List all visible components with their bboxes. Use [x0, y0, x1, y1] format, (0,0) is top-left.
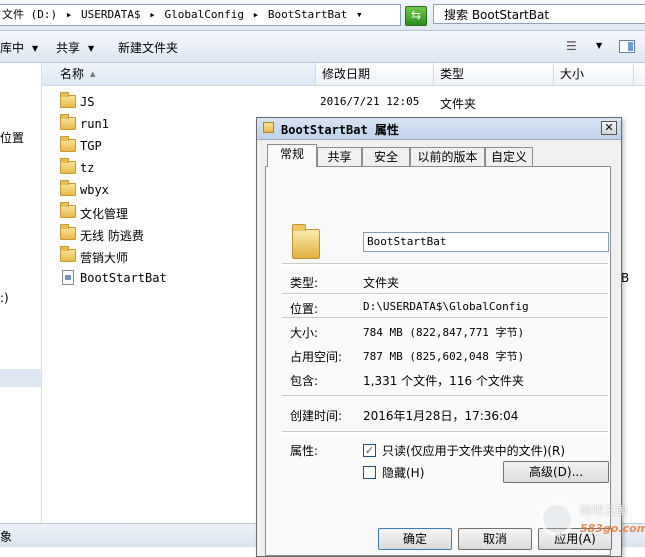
column-header-name[interactable]: 名称 ▲	[42, 63, 316, 85]
created-label: 创建时间:	[290, 409, 343, 423]
folder-icon	[60, 224, 76, 240]
folder-icon	[60, 202, 76, 218]
hidden-checkbox[interactable]	[363, 466, 376, 479]
breadcrumb-globalconfig[interactable]: GlobalConfig	[164, 8, 243, 21]
file-name: wbyx	[80, 183, 109, 197]
breadcrumb-chevron-icon[interactable]: ▸	[253, 8, 260, 21]
breadcrumb-drive[interactable]: 文件 (D:)	[2, 8, 57, 21]
site-watermark: 网吧三国 583go.com	[536, 496, 645, 546]
dialog-title: BootStartBat 属性	[281, 123, 399, 137]
tab-general[interactable]: 常规	[267, 144, 317, 167]
nav-item-drive[interactable]: :)	[0, 291, 9, 305]
tab-customize[interactable]: 自定义	[485, 147, 533, 166]
refresh-icon[interactable]: ⇆	[405, 6, 427, 26]
folder-icon	[60, 136, 76, 152]
type-label: 类型:	[290, 276, 319, 290]
folder-icon	[60, 180, 76, 196]
properties-dialog: BootStartBat 属性 ✕ 常规 共享 安全 以前的版本 自定义 Boo…	[256, 117, 622, 557]
preview-pane-icon[interactable]	[619, 40, 635, 53]
folder-name-field[interactable]: BootStartBat	[363, 232, 609, 252]
size-on-disk-value: 787 MB (825,602,048 字节)	[363, 350, 525, 363]
breadcrumb-chevron-icon[interactable]: ▸	[149, 8, 156, 21]
folder-icon	[60, 246, 76, 262]
nav-item-location[interactable]: 位置	[0, 129, 24, 146]
tab-security[interactable]: 安全	[362, 147, 410, 166]
readonly-checkbox[interactable]: ✓	[363, 444, 376, 457]
close-icon[interactable]: ✕	[601, 121, 617, 135]
watermark-logo-icon	[540, 502, 574, 536]
share-button[interactable]: 共享 ▼	[56, 39, 94, 56]
share-label: 共享	[56, 41, 81, 55]
created-value: 2016年1月28日，17:36:04	[363, 409, 519, 423]
file-name: JS	[80, 95, 95, 109]
size-on-disk-label: 占用空间:	[290, 350, 343, 364]
file-name: 无线 防逃费	[80, 229, 144, 243]
folder-icon	[263, 122, 274, 133]
readonly-label: 只读(仅应用于文件夹中的文件)(R)	[382, 444, 566, 458]
location-value: D:\USERDATA$\GlobalConfig	[363, 300, 529, 313]
tab-previous-versions[interactable]: 以前的版本	[410, 147, 485, 166]
file-name: 文化管理	[80, 207, 129, 221]
divider	[282, 293, 608, 295]
address-bar[interactable]: 文件 (D:) ▸ USERDATA$ ▸ GlobalConfig ▸ Boo…	[0, 4, 401, 26]
watermark-url: 583go.com	[580, 522, 645, 535]
breadcrumb-userdata[interactable]: USERDATA$	[81, 8, 141, 21]
folder-icon	[60, 114, 76, 130]
file-name: tz	[80, 161, 95, 175]
navigation-pane: 位置 :)	[0, 63, 42, 523]
column-name-label: 名称	[60, 67, 85, 81]
folder-icon	[292, 224, 320, 259]
file-type: 文件夹	[440, 97, 477, 111]
file-row[interactable]: JS 2016/7/21 12:05 文件夹	[58, 92, 618, 114]
new-folder-button[interactable]: 新建文件夹	[118, 39, 178, 56]
column-header-size[interactable]: 大小	[554, 63, 634, 85]
search-input[interactable]: 搜索 BootStartBat	[433, 4, 645, 24]
status-text: 象	[0, 530, 13, 544]
file-name: BootStartBat	[80, 271, 167, 285]
chevron-down-icon: ▼	[32, 44, 39, 53]
organize-label: 库中	[0, 41, 25, 55]
divider	[282, 263, 608, 265]
divider	[282, 395, 608, 397]
column-header-row: 名称 ▲ 修改日期 类型 大小	[42, 63, 645, 86]
folder-icon	[60, 92, 76, 108]
contains-value: 1,331 个文件，116 个文件夹	[363, 374, 524, 388]
dialog-titlebar[interactable]: BootStartBat 属性 ✕	[257, 118, 621, 140]
file-size-partial: B	[621, 271, 630, 285]
size-label: 大小:	[290, 326, 319, 340]
watermark-text: 网吧三国	[580, 504, 628, 517]
folder-icon	[60, 158, 76, 174]
file-name: 营销大师	[80, 251, 129, 265]
file-name: TGP	[80, 139, 102, 153]
file-date: 2016/7/21 12:05	[320, 95, 420, 108]
hidden-label: 隐藏(H)	[382, 466, 425, 480]
column-header-date[interactable]: 修改日期	[316, 63, 434, 85]
command-toolbar: 库中 ▼ 共享 ▼ 新建文件夹 ☰ ▼	[0, 31, 645, 63]
cancel-button[interactable]: 取消	[458, 528, 532, 550]
chevron-down-icon[interactable]: ▼	[596, 41, 602, 50]
breadcrumb-chevron-icon[interactable]: ▸	[66, 8, 73, 21]
batch-file-icon	[62, 270, 74, 285]
nav-item-selected[interactable]	[0, 369, 41, 387]
divider	[282, 317, 608, 319]
advanced-button[interactable]: 高级(D)...	[503, 461, 609, 483]
attributes-label: 属性:	[290, 444, 319, 458]
breadcrumb-bootstartbat[interactable]: BootStartBat	[268, 8, 347, 21]
column-header-type[interactable]: 类型	[434, 63, 554, 85]
location-label: 位置:	[290, 302, 319, 316]
breadcrumb-dropdown-icon[interactable]: ▾	[356, 8, 363, 21]
ok-button[interactable]: 确定	[378, 528, 452, 550]
divider	[282, 431, 608, 433]
address-bar-region: 文件 (D:) ▸ USERDATA$ ▸ GlobalConfig ▸ Boo…	[0, 0, 645, 31]
organize-button[interactable]: 库中 ▼	[0, 39, 38, 56]
contains-label: 包含:	[290, 374, 319, 388]
tab-sharing[interactable]: 共享	[317, 147, 362, 166]
type-value: 文件夹	[363, 276, 400, 290]
view-options-icon[interactable]: ☰	[566, 40, 582, 52]
chevron-down-icon: ▼	[88, 44, 95, 53]
file-name: run1	[80, 117, 109, 131]
size-value: 784 MB (822,847,771 字节)	[363, 326, 525, 339]
sort-ascending-icon: ▲	[90, 70, 96, 78]
